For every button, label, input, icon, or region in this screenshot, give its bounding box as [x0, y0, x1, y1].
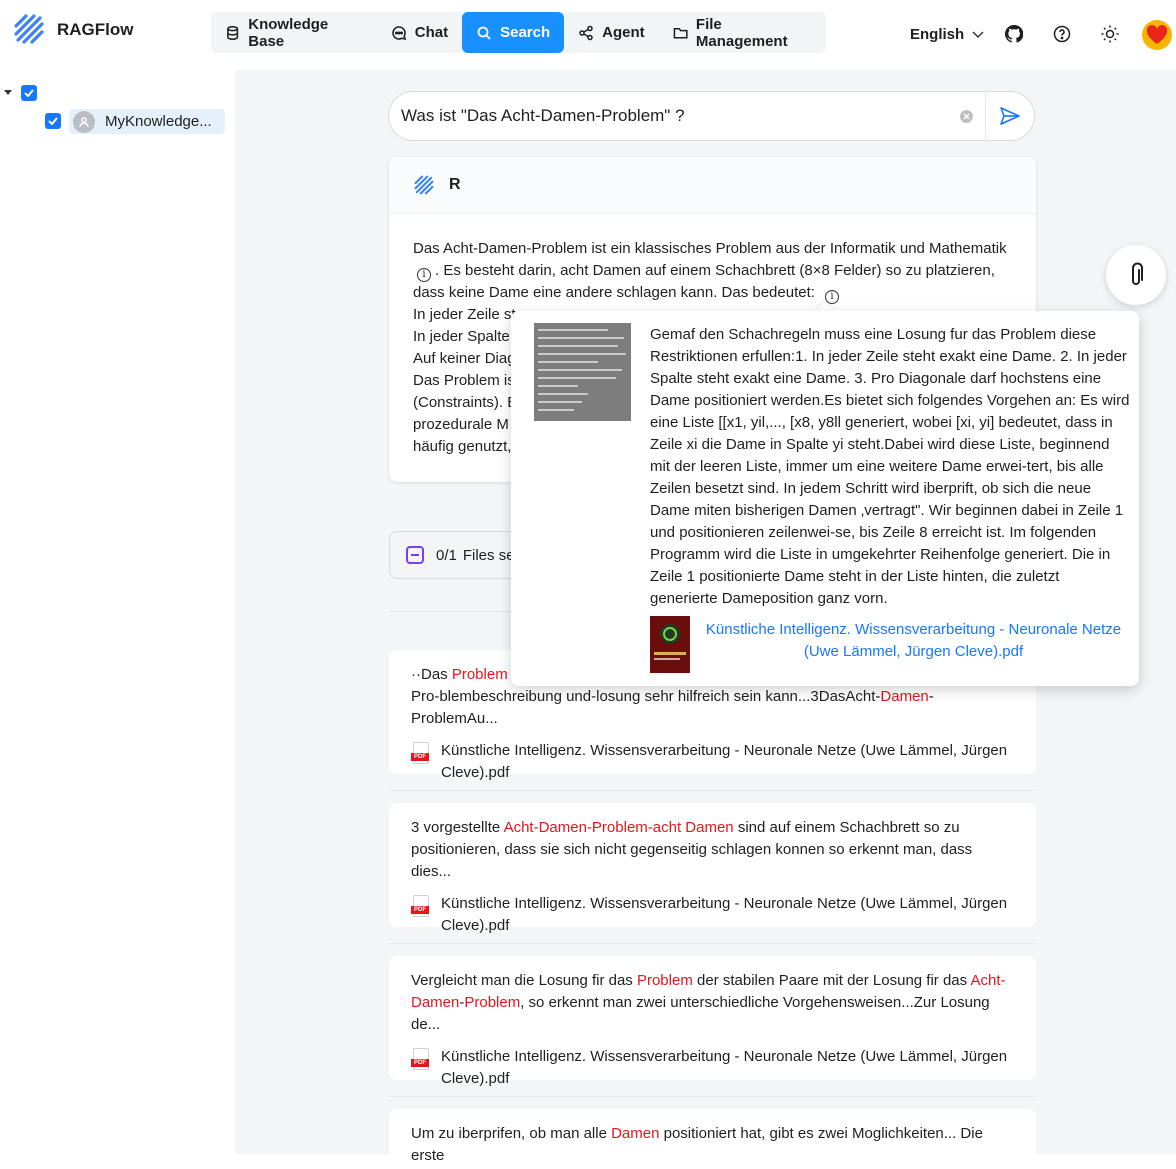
result-snippet-line: positionieren, dass sie sich nicht gegen…: [411, 839, 1014, 883]
snippet-text: sind auf einem Schachbrett so zu: [733, 819, 960, 836]
pdf-file-icon: PDF: [411, 1048, 431, 1072]
divider: [389, 790, 1036, 791]
check-icon: [24, 89, 34, 97]
minus-square-icon[interactable]: [406, 546, 424, 564]
caret-down-icon[interactable]: [4, 90, 12, 95]
highlight-term: Damen: [411, 994, 460, 1011]
send-icon[interactable]: [999, 106, 1021, 126]
nav-file-management[interactable]: File Management: [659, 12, 826, 53]
kb-name: MyKnowledge...: [105, 113, 212, 130]
result-snippet-line: 3 vorgestellte Acht-Damen-Problem-acht D…: [411, 817, 1014, 839]
paperclip-icon: [1132, 262, 1143, 285]
citation-popover: Gemaf den Schachregeln muss eine Losung …: [511, 311, 1139, 686]
top-bar: RAGFlow Knowledge Base Chat Search Agent…: [0, 0, 1176, 68]
highlight-term: Problem: [451, 666, 508, 683]
result-snippet-line: Damen-Problem, so erkennt man zwei unter…: [411, 992, 1014, 1036]
result-snippet-line: Vergleicht man die Losung fir das Proble…: [411, 970, 1014, 992]
pdf-file-icon: PDF: [411, 895, 431, 919]
theme-sun-icon[interactable]: [1096, 20, 1124, 48]
github-icon[interactable]: [1000, 20, 1028, 48]
nav-label: Knowledge Base: [248, 15, 329, 50]
snippet-text: Um zu iberprifen, ob man alle: [411, 1125, 612, 1142]
agent-graph-icon: [579, 25, 593, 40]
search-input[interactable]: [401, 106, 941, 126]
answer-line: dass keine Dame eine andere schlagen kan…: [413, 282, 1012, 304]
source-filename: Künstliche Intelligenz. Wissensverarbeit…: [441, 742, 1008, 781]
citation-text: Gemaf den Schachregeln muss eine Losung …: [650, 326, 1130, 607]
ragflow-logo-icon[interactable]: [12, 12, 46, 46]
snippet-text: positionieren, dass sie sich nicht gegen…: [411, 841, 973, 880]
user-icon: [73, 110, 95, 133]
snippet-text: Vergleicht man die Losung fir das: [411, 972, 637, 989]
search-bar: [388, 91, 1035, 141]
search-result-card[interactable]: Vergleicht man die Losung fir das Proble…: [389, 956, 1036, 1087]
files-count: 0/1: [436, 546, 457, 564]
help-icon[interactable]: [1048, 20, 1076, 48]
divider: [389, 1096, 1036, 1097]
language-label: English: [910, 26, 965, 43]
nav-label: Agent: [602, 24, 645, 41]
nav-label: Search: [500, 24, 551, 41]
nav-chat[interactable]: Chat: [377, 12, 462, 53]
result-snippet-line: Pro-blembeschreibung und-losung sehr hil…: [411, 686, 1014, 730]
highlight-term: Problem: [636, 972, 693, 989]
highlight-term: Acht-: [970, 972, 1006, 989]
source-filename: Künstliche Intelligenz. Wissensverarbeit…: [441, 1048, 1008, 1087]
kb-sidebar: [0, 70, 236, 1154]
snippet-text: Pro-blembeschreibung und-losung sehr hil…: [411, 688, 881, 705]
snippet-text: 3 vorgestellte: [411, 819, 504, 836]
chat-bubble-icon: [391, 25, 406, 40]
kb-tree-item[interactable]: MyKnowledge...: [69, 109, 225, 134]
search-result-card[interactable]: Um zu iberprifen, ob man alle Damen posi…: [389, 1109, 1036, 1169]
divider: [389, 943, 1036, 944]
folder-icon: [673, 27, 688, 39]
answer-header: R: [389, 157, 1036, 214]
highlight-term: Damen: [880, 688, 929, 705]
highlight-term: Acht-Damen-Problem-acht Damen: [503, 819, 734, 836]
user-avatar[interactable]: [1142, 20, 1172, 50]
citation-info-icon[interactable]: i: [417, 268, 431, 282]
nav-knowledge-base[interactable]: Knowledge Base: [211, 12, 377, 53]
result-snippet-line: Um zu iberprifen, ob man alle Damen posi…: [411, 1123, 1014, 1167]
document-link[interactable]: Künstliche Intelligenz. Wissensverarbeit…: [701, 619, 1126, 663]
book-cover-thumbnail: [650, 616, 690, 673]
language-selector[interactable]: English: [910, 26, 984, 43]
search-icon: [477, 26, 491, 40]
source-filename: Künstliche Intelligenz. Wissensverarbeit…: [441, 895, 1008, 934]
main-nav: Knowledge Base Chat Search Agent File Ma…: [211, 12, 826, 53]
ragflow-logo-icon: [414, 175, 434, 195]
answer-line: Das Acht-Damen-Problem ist ein klassisch…: [413, 240, 1007, 257]
brand-name: RAGFlow: [57, 20, 134, 39]
answer-line: i. Es besteht darin, acht Damen auf eine…: [413, 260, 1012, 282]
answer-title: R: [449, 176, 461, 193]
search-result-card[interactable]: 3 vorgestellte Acht-Damen-Problem-acht D…: [389, 803, 1036, 934]
nav-agent[interactable]: Agent: [564, 12, 659, 53]
kb-checkbox[interactable]: [45, 113, 61, 129]
select-all-checkbox[interactable]: [21, 85, 37, 101]
result-source[interactable]: PDF Künstliche Intelligenz. Wissensverarb…: [411, 740, 1014, 784]
divider: [985, 92, 986, 140]
heart-icon: [1146, 25, 1168, 44]
check-icon: [48, 117, 58, 125]
highlight-term: Problem: [464, 994, 521, 1011]
chevron-down-icon: [972, 30, 984, 38]
snippet-text: ··Das: [411, 666, 452, 683]
result-source[interactable]: PDF Künstliche Intelligenz. Wissensverarb…: [411, 893, 1014, 937]
clear-icon[interactable]: [960, 110, 973, 123]
database-icon: [227, 25, 239, 40]
snippet-text: der stabilen Paare mit der Losung fir da…: [692, 972, 971, 989]
citation-info-icon[interactable]: i: [824, 290, 839, 304]
result-source[interactable]: PDF Künstliche Intelligenz. Wissensverarb…: [411, 1046, 1014, 1090]
highlight-term: Damen: [611, 1125, 660, 1142]
chunk-thumbnail[interactable]: [534, 323, 631, 421]
files-label: Files se: [462, 546, 515, 564]
nav-search[interactable]: Search: [462, 12, 565, 53]
nav-label: Chat: [414, 24, 449, 41]
nav-label: File Management: [695, 15, 788, 50]
pdf-file-icon: PDF: [411, 742, 431, 766]
attachment-button[interactable]: [1106, 245, 1166, 305]
